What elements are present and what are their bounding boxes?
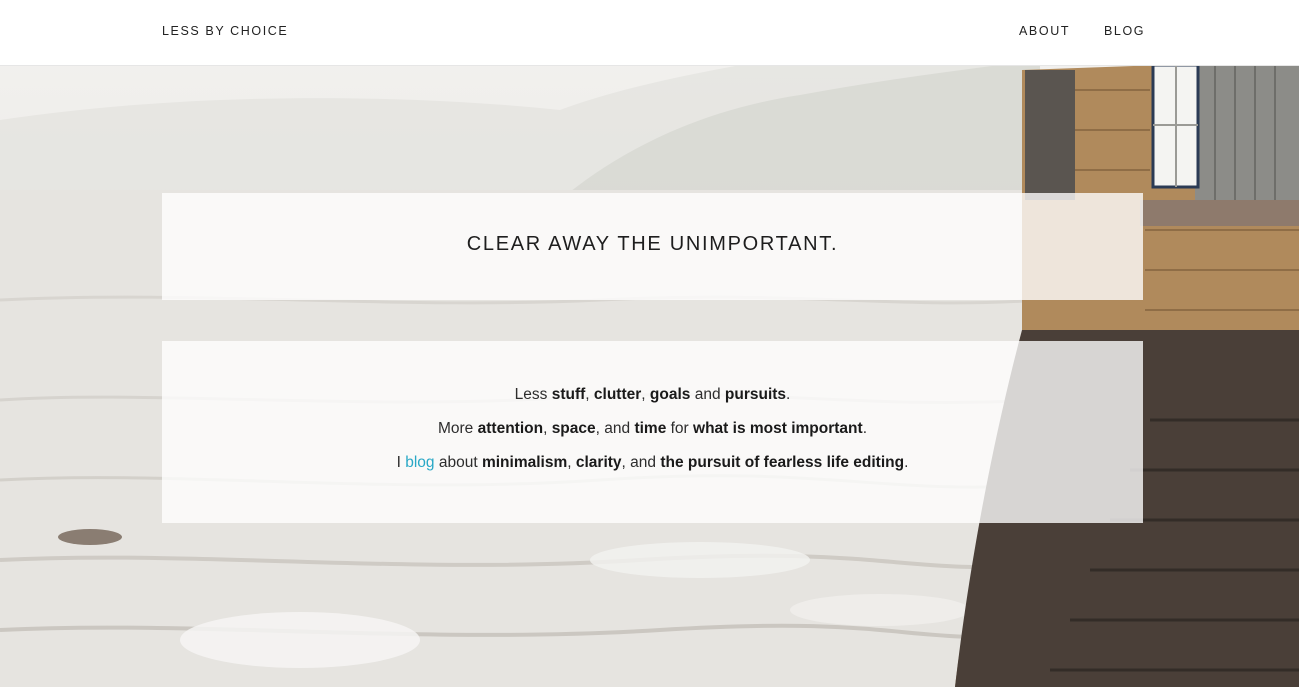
headline-panel: CLEAR AWAY THE UNIMPORTANT. bbox=[162, 193, 1143, 300]
intro-text: Less bbox=[514, 386, 548, 403]
intro-text: . bbox=[904, 454, 909, 471]
site-header: LESS BY CHOICE ABOUT BLOG bbox=[0, 0, 1299, 66]
intro-emphasis: the pursuit of fearless life editing bbox=[660, 454, 905, 471]
intro-text: , and bbox=[621, 454, 657, 471]
intro-emphasis: what is most important bbox=[693, 420, 863, 437]
blog-inline-link[interactable]: blog bbox=[405, 454, 434, 471]
page-headline: CLEAR AWAY THE UNIMPORTANT. bbox=[466, 233, 839, 255]
intro-text: for bbox=[670, 420, 689, 437]
intro-emphasis: minimalism bbox=[481, 454, 568, 471]
intro-emphasis: clutter bbox=[593, 386, 642, 403]
intro-text: , bbox=[543, 420, 548, 437]
intro-emphasis: clarity bbox=[575, 454, 622, 471]
intro-text: , bbox=[641, 386, 646, 403]
site-logo-link[interactable]: LESS BY CHOICE bbox=[162, 24, 288, 38]
intro-emphasis: time bbox=[634, 420, 667, 437]
intro-text: , bbox=[585, 386, 590, 403]
nav-blog-link[interactable]: BLOG bbox=[1104, 24, 1145, 38]
intro-text: More bbox=[437, 420, 474, 437]
intro-text: about bbox=[438, 454, 478, 471]
intro-text: , and bbox=[595, 420, 631, 437]
intro-text: , bbox=[567, 454, 572, 471]
intro-line-3: I blog about minimalism, clarity, and th… bbox=[162, 454, 1143, 472]
intro-emphasis: goals bbox=[649, 386, 691, 403]
intro-emphasis: space bbox=[551, 420, 596, 437]
intro-emphasis: pursuits bbox=[724, 386, 787, 403]
intro-line-2: More attention, space, and time for what… bbox=[162, 420, 1143, 438]
intro-line-1: Less stuff, clutter, goals and pursuits. bbox=[162, 386, 1143, 404]
intro-panel: Less stuff, clutter, goals and pursuits.… bbox=[162, 341, 1143, 523]
intro-emphasis: stuff bbox=[551, 386, 586, 403]
intro-text: . bbox=[862, 420, 867, 437]
nav-about-link[interactable]: ABOUT bbox=[1019, 24, 1070, 38]
intro-text: I bbox=[396, 454, 401, 471]
intro-text: and bbox=[694, 386, 721, 403]
intro-emphasis: attention bbox=[477, 420, 544, 437]
intro-text: . bbox=[786, 386, 791, 403]
